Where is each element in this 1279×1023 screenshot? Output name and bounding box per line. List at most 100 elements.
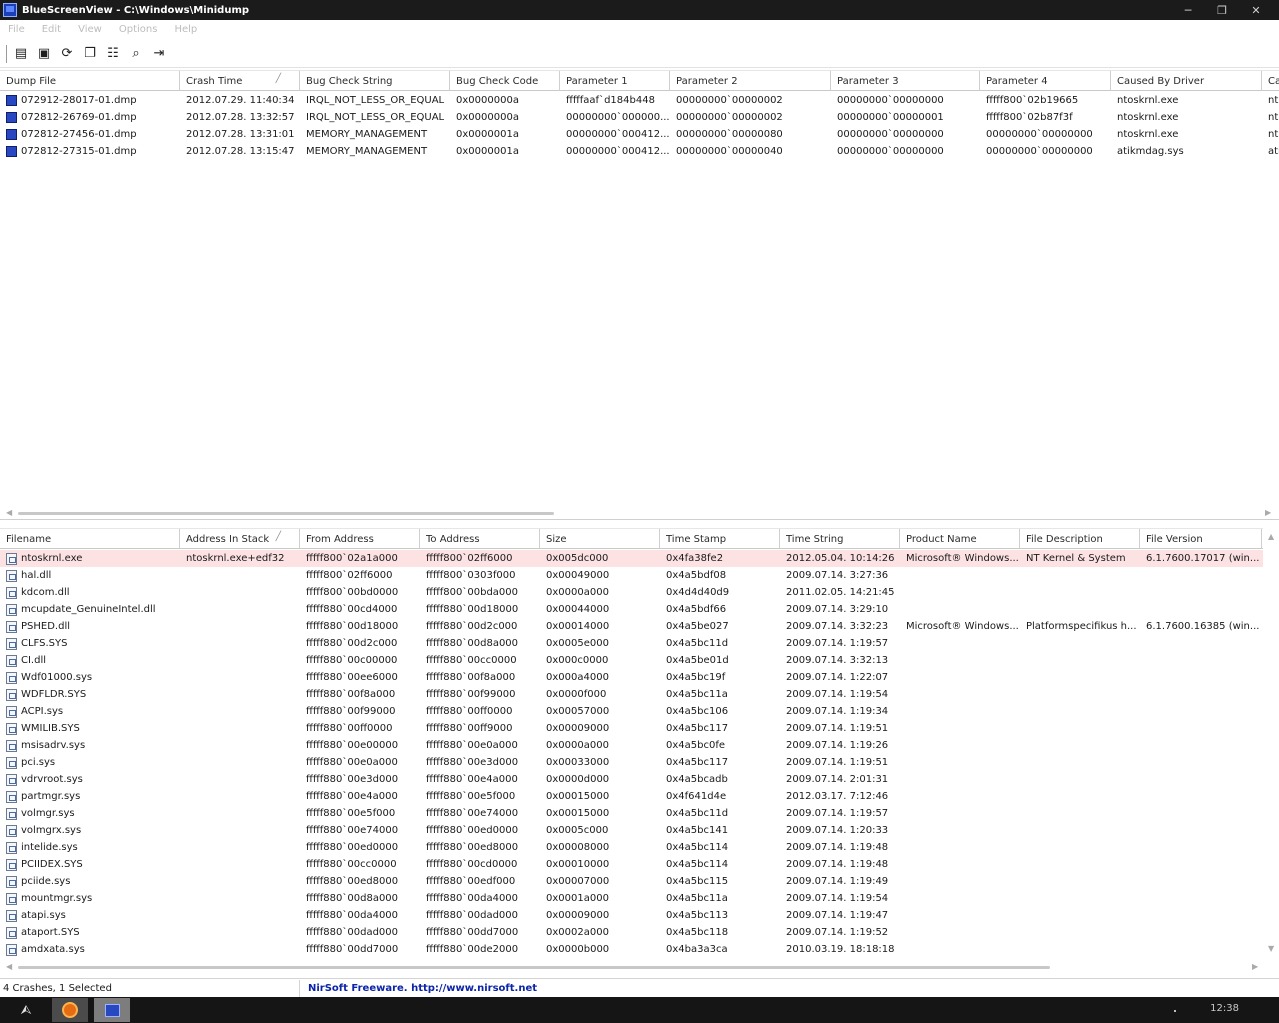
tray-icon[interactable]	[1174, 1010, 1176, 1012]
table-row[interactable]: ACPI.sys fffff880`00f99000 fffff880`00ff00…	[0, 703, 1279, 720]
table-row[interactable]: msisadrv.sys fffff880`00e00000 fffff880`00…	[0, 737, 1279, 754]
cell-filename: PSHED.dll	[0, 618, 180, 635]
menu-view[interactable]: View	[78, 24, 102, 35]
cell-time-string: 2009.07.14. 1:19:52	[780, 924, 900, 941]
cell-text: 6.1.7600.17017 (win...	[1146, 553, 1260, 564]
column-header-ca[interactable]: Ca	[1262, 71, 1279, 91]
table-row[interactable]: Wdf01000.sys fffff880`00ee6000 fffff880`00…	[0, 669, 1279, 686]
driver-file-icon	[6, 671, 17, 684]
save-button[interactable]: ▣	[34, 44, 54, 64]
cell-text: fffff880`00e3d000	[306, 774, 399, 785]
scroll-down-icon[interactable]: ▼	[1268, 944, 1274, 953]
column-header-size[interactable]: Size	[540, 529, 660, 549]
restore-button[interactable]: ❐	[1205, 0, 1239, 20]
driver-list-scroll-thumb[interactable]	[18, 966, 1050, 969]
table-row[interactable]: ntoskrnl.exe ntoskrnl.exe+edf32 fffff800`0…	[0, 550, 1279, 567]
cell-from-address: fffff880`00dd7000	[300, 941, 420, 958]
column-header-parameter-4[interactable]: Parameter 4	[980, 71, 1111, 91]
column-header-file-description[interactable]: File Description	[1020, 529, 1140, 549]
table-row[interactable]: PSHED.dll fffff880`00d18000 fffff880`00d2c…	[0, 618, 1279, 635]
exit-button[interactable]: ⇥	[149, 44, 169, 64]
close-button[interactable]: ✕	[1239, 0, 1273, 20]
cell-from-address: fffff880`00ff0000	[300, 720, 420, 737]
table-row[interactable]: 072812-27315-01.dmp 2012.07.28. 13:15:47 M…	[0, 143, 1279, 160]
table-row[interactable]: volmgrx.sys fffff880`00e74000 fffff880`00e…	[0, 822, 1279, 839]
column-header-caused-by-driver[interactable]: Caused By Driver	[1111, 71, 1262, 91]
table-row[interactable]: amdxata.sys fffff880`00dd7000 fffff880`00d…	[0, 941, 1279, 958]
copy-button[interactable]: ❐	[80, 44, 100, 64]
column-header-parameter-1[interactable]: Parameter 1	[560, 71, 670, 91]
table-row[interactable]: CI.dll fffff880`00c00000 fffff880`00cc0000…	[0, 652, 1279, 669]
scroll-up-icon[interactable]: ▲	[1268, 532, 1274, 541]
table-row[interactable]: mcupdate_GenuineIntel.dll fffff880`00cd40…	[0, 601, 1279, 618]
table-row[interactable]: 072912-28017-01.dmp 2012.07.29. 11:40:34 I…	[0, 92, 1279, 109]
crash-list-hscrollbar[interactable]: ◀ ▶	[0, 508, 1279, 518]
cell-crash-time: 2012.07.29. 11:40:34	[180, 92, 300, 109]
cell-time-stamp: 0x4f641d4e	[660, 788, 780, 805]
driver-file-icon	[6, 909, 17, 922]
table-row[interactable]: atapi.sys fffff880`00da4000 fffff880`00dad…	[0, 907, 1279, 924]
title-bar: BlueScreenView - C:\Windows\Minidump ─ ❐…	[0, 0, 1279, 20]
html-report-button[interactable]: ☷	[103, 44, 123, 64]
column-header-product-name[interactable]: Product Name	[900, 529, 1020, 549]
column-header-address-in-stack[interactable]: Address In Stack ╱	[180, 529, 300, 549]
column-header-to-address[interactable]: To Address	[420, 529, 540, 549]
column-header-file-version[interactable]: File Version	[1140, 529, 1262, 549]
menu-edit[interactable]: Edit	[42, 24, 61, 35]
taskbar-bluescreenview[interactable]	[94, 998, 130, 1022]
nirsoft-link[interactable]: NirSoft Freeware. http://www.nirsoft.net	[300, 983, 537, 994]
cell-parameter-1: 00000000`000412...	[560, 143, 670, 160]
column-header-filename[interactable]: Filename	[0, 529, 180, 549]
bluescreenview-app-icon[interactable]	[3, 3, 17, 17]
find-button[interactable]: ⌕	[126, 44, 146, 64]
table-row[interactable]: intelide.sys fffff880`00ed0000 fffff880`00…	[0, 839, 1279, 856]
table-row[interactable]: CLFS.SYS fffff880`00d2c000 fffff880`00d8a0…	[0, 635, 1279, 652]
scroll-left-icon[interactable]: ◀	[6, 508, 12, 517]
table-row[interactable]: hal.dll fffff800`02ff6000 fffff800`0303f00…	[0, 567, 1279, 584]
column-header-bug-check-string[interactable]: Bug Check String	[300, 71, 450, 91]
table-row[interactable]: kdcom.dll fffff800`00bd0000 fffff800`00bda…	[0, 584, 1279, 601]
table-row[interactable]: pciide.sys fffff880`00ed8000 fffff880`00ed…	[0, 873, 1279, 890]
scroll-right-icon[interactable]: ▶	[1265, 508, 1271, 517]
menu-options[interactable]: Options	[119, 24, 158, 35]
cell-text: fffff880`00ed8000	[306, 876, 399, 887]
refresh-button[interactable]: ⟳	[57, 44, 77, 64]
driver-list-hscrollbar[interactable]: ◀ ▶	[0, 962, 1279, 972]
column-header-time-string[interactable]: Time String	[780, 529, 900, 549]
table-row[interactable]: WDFLDR.SYS fffff880`00f8a000 fffff880`00f9…	[0, 686, 1279, 703]
table-row[interactable]: WMILIB.SYS fffff880`00ff0000 fffff880`00ff…	[0, 720, 1279, 737]
column-header-bug-check-code[interactable]: Bug Check Code	[450, 71, 560, 91]
table-row[interactable]: PCIIDEX.SYS fffff880`00cc0000 fffff880`00c…	[0, 856, 1279, 873]
cell-text: ntoskrnl.exe	[1117, 129, 1179, 140]
menu-file[interactable]: File	[8, 24, 25, 35]
column-header-time-stamp[interactable]: Time Stamp	[660, 529, 780, 549]
cell-to-address: fffff880`00d8a000	[420, 635, 540, 652]
column-header-dump-file[interactable]: Dump File	[0, 71, 180, 91]
table-row[interactable]: volmgr.sys fffff880`00e5f000 fffff880`00e7…	[0, 805, 1279, 822]
table-row[interactable]: 072812-27456-01.dmp 2012.07.28. 13:31:01 M…	[0, 126, 1279, 143]
column-header-parameter-3[interactable]: Parameter 3	[831, 71, 980, 91]
table-row[interactable]: pci.sys fffff880`00e0a000 fffff880`00e3d00…	[0, 754, 1279, 771]
find-icon: ⌕	[132, 46, 140, 61]
properties-button[interactable]: ▤	[11, 44, 31, 64]
minimize-button[interactable]: ─	[1171, 0, 1205, 20]
driver-list-vscrollbar[interactable]: ▲ ▼	[1263, 528, 1279, 958]
table-row[interactable]: ataport.SYS fffff880`00dad000 fffff880`00d…	[0, 924, 1279, 941]
column-header-parameter-2[interactable]: Parameter 2	[670, 71, 831, 91]
column-header-from-address[interactable]: From Address	[300, 529, 420, 549]
table-row[interactable]: vdrvroot.sys fffff880`00e3d000 fffff880`00…	[0, 771, 1279, 788]
table-row[interactable]: mountmgr.sys fffff880`00d8a000 fffff880`00…	[0, 890, 1279, 907]
cell-filename: msisadrv.sys	[0, 737, 180, 754]
start-button[interactable]: ⮙	[0, 997, 52, 1023]
column-header-crash-time[interactable]: Crash Time ╱	[180, 71, 300, 91]
cell-size: 0x00033000	[540, 754, 660, 771]
taskbar-firefox[interactable]	[52, 998, 88, 1022]
taskbar-clock[interactable]: 12:38	[1210, 1003, 1239, 1014]
cell-text: ACPI.sys	[21, 706, 64, 717]
table-row[interactable]: 072812-26769-01.dmp 2012.07.28. 13:32:57 I…	[0, 109, 1279, 126]
scroll-right-icon[interactable]: ▶	[1252, 962, 1258, 971]
scroll-left-icon[interactable]: ◀	[6, 962, 12, 971]
table-row[interactable]: partmgr.sys fffff880`00e4a000 fffff880`00e…	[0, 788, 1279, 805]
crash-list-scroll-thumb[interactable]	[18, 512, 554, 515]
menu-help[interactable]: Help	[174, 24, 197, 35]
